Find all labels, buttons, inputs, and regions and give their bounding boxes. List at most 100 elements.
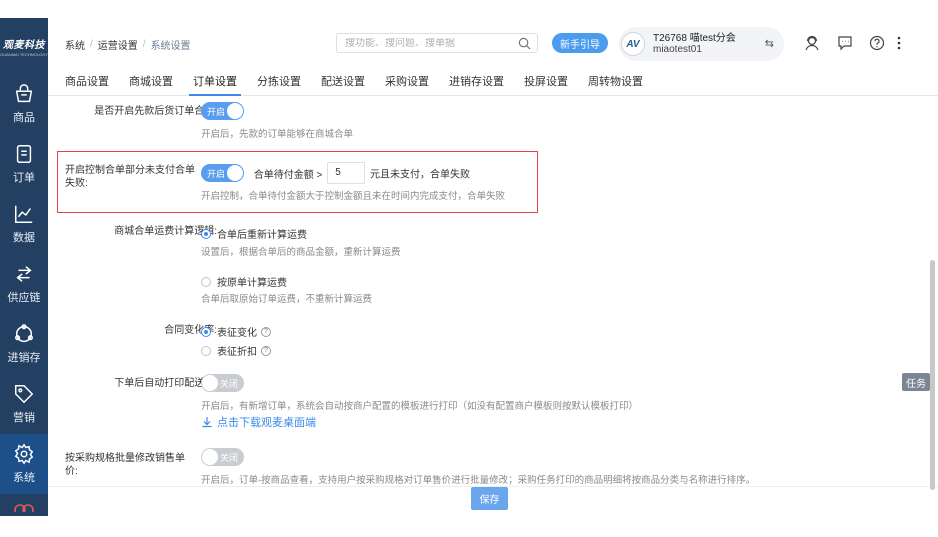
tab-purchase-settings[interactable]: 采购设置 — [385, 73, 429, 95]
radio-unchecked — [201, 345, 211, 356]
contract-option-change[interactable]: 表征变化? — [201, 324, 271, 339]
brand-logo[interactable]: 观麦科技 GUANMAI TECHNOLOGY — [0, 18, 48, 74]
first-pay-merge-label: 是否开启先款后货订单合并: — [94, 106, 217, 117]
tab-delivery-settings[interactable]: 配送设置 — [321, 73, 365, 95]
switch-account-icon[interactable]: ⇆ — [765, 37, 774, 50]
batch-price-control: 关闭 — [201, 448, 244, 466]
radio-label: 表征变化 — [217, 328, 257, 339]
message-icon[interactable] — [837, 35, 853, 51]
sidebar-item-label: 商品 — [13, 112, 35, 124]
contract-option-discount[interactable]: 表征折扣? — [201, 343, 271, 358]
toggle-text: 关闭 — [219, 453, 238, 463]
first-pay-merge-hint: 开启后，先款的订单能够在商城合单 — [201, 129, 354, 140]
settings-content: 是否开启先款后货订单合并: 开启 开启后，先款的订单能够在商城合单 开启控制合单… — [48, 96, 928, 486]
order-doc-icon — [16, 145, 32, 163]
search-input[interactable] — [337, 37, 512, 49]
download-link-text: 点击下载观麦桌面端 — [217, 417, 316, 429]
toggle-knob — [227, 103, 243, 119]
gear-icon — [14, 443, 34, 465]
sidebar-item-system[interactable]: 系统 — [0, 434, 48, 494]
infinity-icon — [14, 504, 34, 512]
account-shop-name: T26768 喵test分会 — [653, 33, 736, 44]
tab-screen-settings[interactable]: 投屏设置 — [524, 73, 568, 95]
cycle-icon — [15, 324, 33, 343]
breadcrumb: 系统 / 运营设置 / 系统设置 — [65, 37, 191, 52]
content-scrollbar[interactable] — [930, 260, 935, 490]
more-vertical-icon[interactable] — [894, 35, 904, 51]
auto-print-hint: 开启后，有新增订单，系统会自动按商户配置的模板进行打印（如没有配置商户模板则按默… — [201, 401, 639, 412]
breadcrumb-separator: / — [142, 38, 146, 50]
line-chart-icon — [15, 205, 33, 223]
first-pay-merge-toggle[interactable]: 开启 — [201, 102, 244, 120]
toggle-text: 开启 — [207, 169, 226, 179]
toggle-knob — [202, 449, 218, 465]
customer-service-icon[interactable] — [804, 35, 820, 51]
amount-input[interactable]: 5 — [327, 162, 366, 184]
sidebar-item-label: 供应链 — [7, 292, 41, 304]
auto-print-control: 关闭 — [201, 374, 244, 392]
brand-logo-subtext: GUANMAI TECHNOLOGY — [0, 51, 48, 57]
batch-price-toggle[interactable]: 关闭 — [201, 448, 244, 466]
global-search — [336, 33, 538, 53]
account-switcher[interactable]: AV T26768 喵test分会 miaotest01 ⇆ — [619, 27, 784, 61]
freight-option-recalc[interactable]: 合单后重新计算运费 — [201, 226, 307, 241]
search-icon[interactable] — [518, 37, 531, 50]
auto-print-toggle[interactable]: 关闭 — [201, 374, 244, 392]
tag-icon — [15, 385, 34, 404]
basket-icon — [15, 84, 33, 103]
tab-goods-settings[interactable]: 商品设置 — [65, 73, 109, 95]
batch-price-hint: 开启后，订单-按商品查看，支持用户按采购规格对订单售价进行批量修改；采购任务打印… — [201, 475, 756, 486]
partial-unpaid-fail-hint: 开启控制，合单待付金额大于控制金额且未在时间内完成支付，合单失败 — [201, 191, 506, 202]
partial-unpaid-fail-toggle[interactable]: 开启 — [201, 164, 244, 182]
sidebar-item-marketing[interactable]: 营销 — [0, 374, 48, 434]
amount-prefix-text: 合单待付金额 > — [253, 169, 323, 181]
sidebar-item-orders[interactable]: 订单 — [0, 134, 48, 194]
download-icon — [202, 417, 212, 428]
sidebar-item-inventory[interactable]: 进销存 — [0, 314, 48, 374]
tab-sorting-settings[interactable]: 分拣设置 — [257, 73, 301, 95]
task-button[interactable]: 任务 — [902, 373, 930, 391]
breadcrumb-item[interactable]: 运营设置 — [98, 37, 138, 52]
settings-tabs: 商品设置 商城设置 订单设置 分拣设置 配送设置 采购设置 进销存设置 投屏设置… — [48, 70, 938, 96]
tab-mall-settings[interactable]: 商城设置 — [129, 73, 173, 95]
toggle-knob — [202, 375, 218, 391]
toggle-knob — [227, 165, 243, 181]
account-user-id: miaotest01 — [653, 44, 702, 55]
sidebar-more-icon[interactable] — [0, 494, 48, 512]
breadcrumb-separator: / — [90, 38, 93, 50]
partial-unpaid-fail-control: 开启 合单待付金额 > 5 元且未支付，合单失败 — [201, 162, 470, 184]
freight-option-recalc-hint: 设置后，根据合单后的商品金额，重新计算运费 — [201, 247, 401, 258]
breadcrumb-current: 系统设置 — [150, 40, 191, 52]
freight-option-original[interactable]: 按原单计算运费 — [201, 274, 287, 289]
freight-option-original-hint: 合单后取原始订单运费，不重新计算运费 — [201, 294, 373, 305]
sidebar-item-label: 系统 — [13, 472, 35, 484]
radio-label: 按原单计算运费 — [217, 278, 287, 289]
radio-label: 表征折扣 — [217, 347, 257, 358]
help-icon[interactable] — [869, 35, 885, 51]
amount-suffix-text: 元且未支付，合单失败 — [369, 169, 470, 181]
sidebar-item-goods[interactable]: 商品 — [0, 74, 48, 134]
sidebar-item-label: 订单 — [13, 172, 35, 184]
account-names: T26768 喵test分会 miaotest01 — [653, 33, 736, 55]
tab-order-settings[interactable]: 订单设置 — [189, 73, 241, 96]
exchange-arrows-icon — [16, 266, 32, 282]
tab-turnover-settings[interactable]: 周转物设置 — [588, 73, 643, 95]
sidebar-item-label: 进销存 — [7, 352, 41, 364]
save-button[interactable]: 保存 — [471, 487, 508, 510]
avatar: AV — [621, 32, 645, 56]
partial-unpaid-fail-label: 开启控制合单部分未支付合单失败: — [65, 165, 195, 189]
sidebar-item-label: 数据 — [13, 232, 35, 244]
toggle-text: 开启 — [207, 107, 226, 117]
question-icon[interactable]: ? — [261, 326, 271, 337]
download-desktop-link[interactable]: 点击下载观麦桌面端 — [201, 414, 316, 430]
breadcrumb-item[interactable]: 系统 — [65, 37, 85, 52]
radio-unchecked — [201, 276, 211, 287]
sidebar-item-supply-chain[interactable]: 供应链 — [0, 254, 48, 314]
question-icon[interactable]: ? — [261, 345, 271, 356]
beginner-guide-button[interactable]: 新手引导 — [552, 33, 608, 53]
tab-inventory-settings[interactable]: 进销存设置 — [449, 73, 504, 95]
top-header: 系统 / 运营设置 / 系统设置 新手引导 AV T26768 喵test分会 … — [48, 18, 938, 70]
first-pay-merge-control: 开启 — [201, 102, 244, 120]
bottom-action-bar: 保存 — [48, 486, 938, 516]
sidebar-item-data[interactable]: 数据 — [0, 194, 48, 254]
